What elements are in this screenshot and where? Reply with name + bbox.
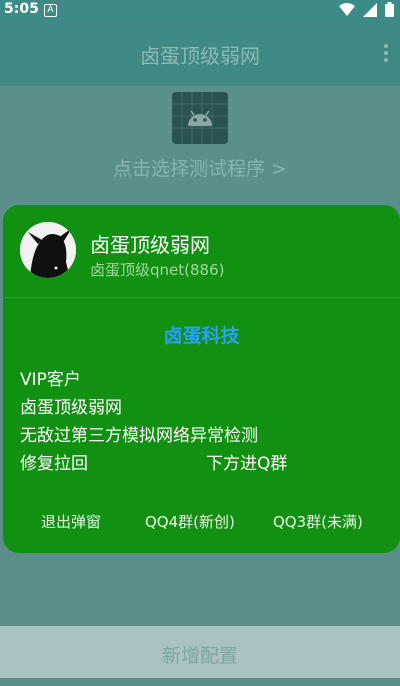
status-icons [339,2,394,17]
app-title: 卤蛋顶级弱网 [140,44,260,68]
notification-a-icon: A [44,4,57,17]
qq3-group-button[interactable]: QQ3群(未满) [273,511,363,532]
user-subtitle: 卤蛋顶级qnet(886) [90,261,225,279]
status-time: 5:05 [4,1,39,17]
signal-icon [363,2,377,17]
exit-popup-button[interactable]: 退出弹窗 [41,511,101,532]
popup-dialog: 卤蛋顶级弱网 卤蛋顶级qnet(886) 卤蛋科技 VIP客户 卤蛋顶级弱网 无… [3,205,400,553]
wifi-icon [339,2,355,16]
divider [3,297,400,298]
qq4-group-button[interactable]: QQ4群(新创) [145,511,235,532]
avatar [20,222,76,278]
app-bar: 卤蛋顶级弱网 [0,20,400,86]
info-line-product: 卤蛋顶级弱网 [20,398,122,418]
info-line-vip: VIP客户 [20,370,81,390]
battery-icon [385,2,394,17]
info-line-feature: 无敌过第三方模拟网络异常检测 [20,426,258,446]
user-name: 卤蛋顶级弱网 [90,233,210,257]
android-icon[interactable] [172,92,228,144]
info-line-qq-group: 下方进Q群 [206,454,288,474]
status-bar: 5:05 A [0,0,400,20]
brand-title: 卤蛋科技 [163,325,240,347]
info-line-fix: 修复拉回 [20,454,88,474]
more-vert-icon[interactable] [384,44,388,65]
select-test-program-link[interactable]: 点击选择测试程序 > [0,154,400,181]
add-config-button[interactable]: 新增配置 [0,626,400,678]
